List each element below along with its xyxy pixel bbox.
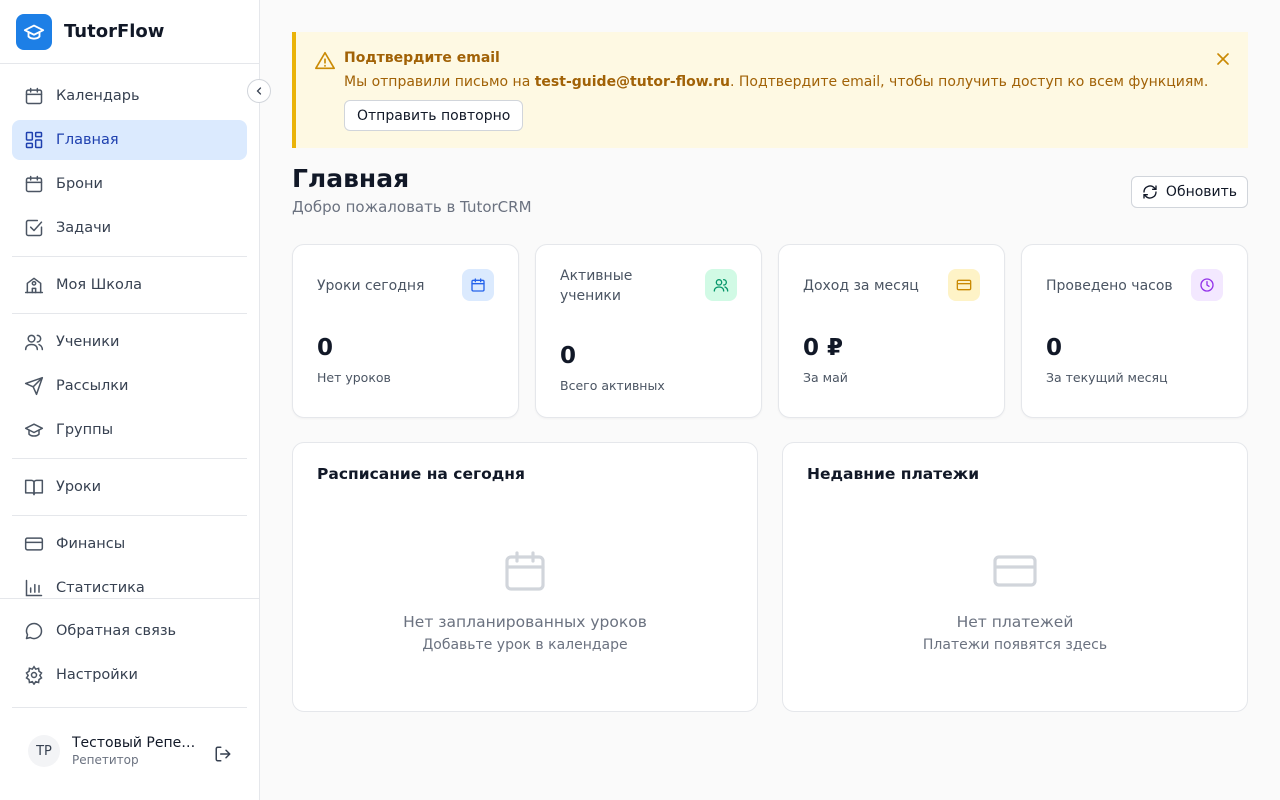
page-title: Главная [292, 164, 410, 193]
credit-card-icon [24, 534, 44, 554]
sidebar-item-label: Главная [56, 132, 119, 148]
banner-title: Подтвердите email [344, 50, 500, 66]
send-icon [24, 376, 44, 396]
empty-title: Нет платежей [956, 613, 1074, 631]
calendar-icon [24, 174, 44, 194]
sidebar-item-label: Уроки [56, 479, 102, 495]
resend-email-button[interactable]: Отправить повторно [344, 100, 524, 131]
stat-caption: Нет уроков [317, 370, 391, 385]
sidebar-item-label: Календарь [56, 88, 140, 104]
sidebar-item-label: Статистика [56, 580, 145, 596]
divider [12, 458, 247, 459]
calendar-icon [24, 86, 44, 106]
sidebar-item-label: Брони [56, 176, 103, 192]
refresh-icon [1143, 185, 1157, 199]
sidebar-item-calendar[interactable]: Календарь [12, 76, 247, 116]
school-icon [24, 275, 44, 295]
sidebar-item-feedback[interactable]: Обратная связь [12, 611, 247, 651]
sidebar-item-label: Настройки [56, 667, 138, 683]
divider [12, 515, 247, 516]
refresh-button[interactable]: Обновить [1131, 176, 1248, 208]
stat-card-lessons-today: Уроки сегодня 0 Нет уроков [292, 244, 519, 418]
email-verification-banner: Подтвердите email Мы отправили письмо на… [292, 32, 1248, 148]
sidebar-item-label: Задачи [56, 220, 112, 236]
empty-subtitle: Добавьте урок в календаре [422, 637, 628, 653]
divider [12, 313, 247, 314]
collapse-sidebar-button[interactable] [247, 79, 271, 103]
panel-title: Недавние платежи [807, 465, 980, 483]
stat-label: Активные ученики [560, 268, 633, 304]
divider [0, 598, 260, 599]
stat-caption: Всего активных [560, 378, 665, 393]
stat-caption: За текущий месяц [1046, 370, 1168, 385]
user-role: Репетитор [72, 753, 139, 767]
page-subtitle: Добро пожаловать в TutorCRM [292, 198, 532, 216]
sidebar: TutorFlow Календарь Главная Брони Задачи… [0, 0, 260, 800]
sidebar-item-lessons[interactable]: Уроки [12, 467, 247, 507]
chevron-left-icon [256, 87, 262, 95]
banner-email: test-guide@tutor-flow.ru [534, 74, 730, 90]
clock-icon [1191, 269, 1223, 301]
logout-icon[interactable] [214, 745, 232, 763]
divider [12, 256, 247, 257]
empty-subtitle: Платежи появятся здесь [922, 637, 1108, 653]
users-icon [24, 332, 44, 352]
sidebar-item-settings[interactable]: Настройки [12, 655, 247, 695]
graduation-cap-icon [24, 420, 44, 440]
sidebar-item-bookings[interactable]: Брони [12, 164, 247, 204]
graduation-cap-icon [16, 13, 52, 50]
sidebar-item-statistics[interactable]: Статистика [12, 568, 247, 608]
book-icon [24, 477, 44, 497]
sidebar-item-tasks[interactable]: Задачи [12, 208, 247, 248]
calendar-icon [462, 269, 494, 301]
banner-text: Мы отправили письмо на test-guide@tutor-… [344, 74, 1209, 90]
payments-panel: Недавние платежи Нет платежей Платежи по… [782, 442, 1248, 712]
sidebar-item-mailings[interactable]: Рассылки [12, 366, 247, 406]
stat-value: 0 ₽ [803, 335, 844, 361]
user-profile[interactable]: TP Тестовый Репетитор Репетитор [28, 735, 196, 767]
stat-card-monthly-income: Доход за месяц 0 ₽ За май [778, 244, 1005, 418]
sidebar-item-label: Группы [56, 422, 114, 438]
stat-label: Доход за месяц [803, 278, 919, 294]
bar-chart-icon [24, 578, 44, 598]
stat-card-active-students: Активные ученики 0 Всего активных [535, 244, 762, 418]
stat-card-hours: Проведено часов 0 За текущий месяц [1021, 244, 1248, 418]
stat-value: 0 [560, 343, 577, 369]
dashboard-icon [24, 130, 44, 150]
brand[interactable]: TutorFlow [0, 0, 259, 64]
avatar: TP [28, 735, 60, 767]
users-icon [705, 269, 737, 301]
gear-icon [24, 665, 44, 685]
sidebar-item-label: Моя Школа [56, 277, 143, 293]
panel-title: Расписание на сегодня [317, 465, 525, 483]
user-name: Тестовый Репетитор [72, 735, 196, 751]
sidebar-item-label: Рассылки [56, 378, 129, 394]
sidebar-item-students[interactable]: Ученики [12, 322, 247, 362]
stat-label: Проведено часов [1046, 278, 1173, 294]
sidebar-item-dashboard[interactable]: Главная [12, 120, 247, 160]
message-icon [24, 621, 44, 641]
sidebar-item-label: Ученики [56, 334, 120, 350]
credit-card-icon [991, 547, 1039, 595]
close-icon[interactable] [1213, 49, 1233, 69]
sidebar-item-label: Финансы [56, 536, 126, 552]
sidebar-item-groups[interactable]: Группы [12, 410, 247, 450]
checkbox-icon [24, 218, 44, 238]
credit-card-icon [948, 269, 980, 301]
sidebar-item-label: Обратная связь [56, 623, 177, 639]
sidebar-item-finance[interactable]: Финансы [12, 524, 247, 564]
brand-name: TutorFlow [64, 21, 165, 42]
sidebar-item-school[interactable]: Моя Школа [12, 265, 247, 305]
empty-title: Нет запланированных уроков [403, 613, 647, 631]
divider [12, 707, 247, 708]
stat-value: 0 [317, 335, 334, 361]
stat-value: 0 [1046, 335, 1063, 361]
stat-label: Уроки сегодня [317, 278, 425, 294]
calendar-icon [501, 547, 549, 595]
stat-caption: За май [803, 370, 848, 385]
schedule-panel: Расписание на сегодня Нет запланированны… [292, 442, 758, 712]
warning-icon [314, 50, 336, 72]
